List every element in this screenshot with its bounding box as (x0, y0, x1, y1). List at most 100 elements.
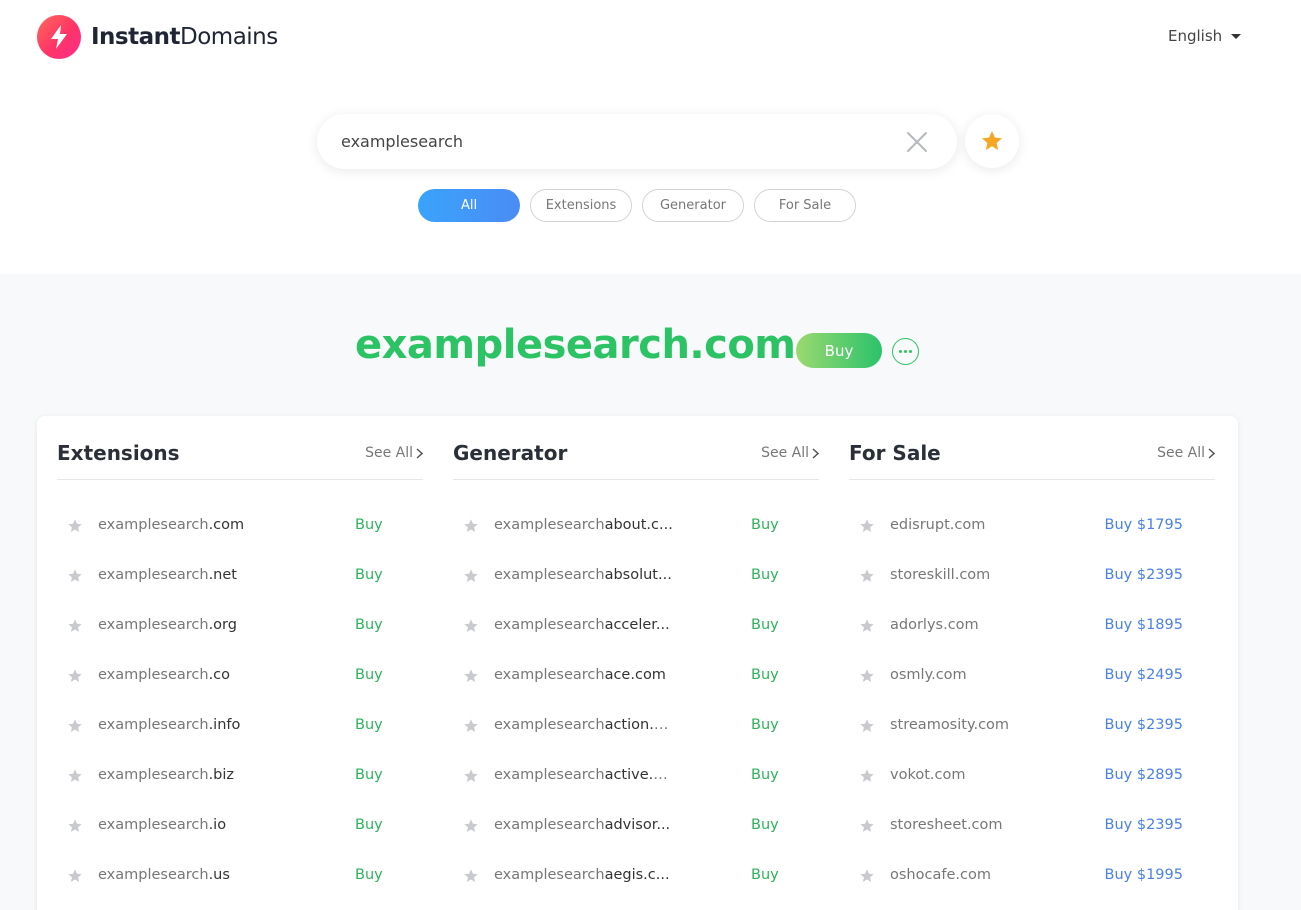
see-all-link[interactable]: See All (1157, 445, 1215, 461)
buy-link[interactable]: Buy (355, 717, 383, 733)
buy-link[interactable]: Buy (355, 517, 383, 533)
star-icon[interactable] (859, 718, 875, 734)
filter-all[interactable]: All (418, 189, 520, 222)
star-icon[interactable] (859, 868, 875, 884)
domain-name[interactable]: examplesearchabout.c... (494, 517, 674, 533)
buy-link[interactable]: Buy (355, 867, 383, 883)
buy-link[interactable]: Buy (751, 867, 779, 883)
domain-row[interactable]: streamosity.com Buy $2395 (849, 701, 1215, 751)
buy-link[interactable]: Buy $2395 (1105, 567, 1183, 583)
star-icon[interactable] (463, 618, 479, 634)
filter-for-sale[interactable]: For Sale (754, 189, 856, 222)
domain-row[interactable]: vokot.com Buy $2895 (849, 751, 1215, 801)
domain-name[interactable]: examplesearch.org (98, 617, 278, 633)
buy-link[interactable]: Buy $1795 (1105, 517, 1183, 533)
domain-name[interactable]: examplesearchactive.c... (494, 767, 674, 783)
buy-link[interactable]: Buy (751, 717, 779, 733)
buy-link[interactable]: Buy $1995 (1105, 867, 1183, 883)
star-icon[interactable] (67, 768, 83, 784)
domain-name[interactable]: osmly.com (890, 667, 1070, 683)
star-icon[interactable] (463, 518, 479, 534)
star-icon[interactable] (67, 718, 83, 734)
domain-row[interactable]: osmly.com Buy $2495 (849, 651, 1215, 701)
domain-name[interactable]: examplesearch.com (98, 517, 278, 533)
buy-link[interactable]: Buy $2895 (1105, 767, 1183, 783)
domain-name[interactable]: storesheet.com (890, 817, 1070, 833)
star-icon[interactable] (859, 768, 875, 784)
domain-row[interactable]: examplesearch.com Buy (57, 501, 423, 551)
buy-link[interactable]: Buy $2395 (1105, 817, 1183, 833)
domain-name[interactable]: examplesearchadvisor... (494, 817, 674, 833)
buy-link[interactable]: Buy $2395 (1105, 717, 1183, 733)
domain-row[interactable]: examplesearchacceler... Buy (453, 601, 819, 651)
domain-row[interactable]: examplesearchabsolut... Buy (453, 551, 819, 601)
more-dots-icon[interactable] (892, 338, 919, 365)
domain-row[interactable]: examplesearchabout.c... Buy (453, 501, 819, 551)
domain-name[interactable]: adorlys.com (890, 617, 1070, 633)
buy-link[interactable]: Buy (751, 817, 779, 833)
star-icon[interactable] (67, 518, 83, 534)
language-selector[interactable]: English (1168, 27, 1242, 45)
domain-name[interactable]: streamosity.com (890, 717, 1070, 733)
buy-link[interactable]: Buy (751, 517, 779, 533)
domain-row[interactable]: examplesearch.io Buy (57, 801, 423, 851)
star-icon[interactable] (463, 768, 479, 784)
buy-link[interactable]: Buy (355, 617, 383, 633)
star-icon[interactable] (67, 868, 83, 884)
clear-search-button[interactable] (905, 130, 929, 154)
buy-link[interactable]: Buy (355, 567, 383, 583)
buy-link[interactable]: Buy (355, 667, 383, 683)
domain-row[interactable]: examplesearch.us Buy (57, 851, 423, 901)
buy-link[interactable]: Buy $2495 (1105, 667, 1183, 683)
domain-name[interactable]: examplesearch.info (98, 717, 278, 733)
hero-buy-button[interactable]: Buy (796, 333, 882, 368)
domain-name[interactable]: examplesearchacceler... (494, 617, 674, 633)
domain-name[interactable]: examplesearchaction.c... (494, 717, 674, 733)
domain-row[interactable]: examplesearchadvisor... Buy (453, 801, 819, 851)
domain-row[interactable]: examplesearch.info Buy (57, 701, 423, 751)
buy-link[interactable]: Buy (751, 767, 779, 783)
star-icon[interactable] (859, 668, 875, 684)
see-all-link[interactable]: See All (365, 445, 423, 461)
domain-row[interactable]: examplesearchactive.c... Buy (453, 751, 819, 801)
domain-row[interactable]: examplesearch.net Buy (57, 551, 423, 601)
buy-link[interactable]: Buy (751, 617, 779, 633)
favorites-button[interactable] (965, 114, 1019, 168)
domain-row[interactable]: examplesearchaegis.c... Buy (453, 851, 819, 901)
domain-name[interactable]: vokot.com (890, 767, 1070, 783)
star-icon[interactable] (859, 568, 875, 584)
domain-name[interactable]: examplesearch.co (98, 667, 278, 683)
domain-name[interactable]: examplesearch.net (98, 567, 278, 583)
domain-row[interactable]: adorlys.com Buy $1895 (849, 601, 1215, 651)
star-icon[interactable] (67, 668, 83, 684)
domain-row[interactable]: storeskill.com Buy $2395 (849, 551, 1215, 601)
star-icon[interactable] (67, 568, 83, 584)
star-icon[interactable] (463, 668, 479, 684)
domain-row[interactable]: storesheet.com Buy $2395 (849, 801, 1215, 851)
domain-row[interactable]: examplesearchaction.c... Buy (453, 701, 819, 751)
filter-generator[interactable]: Generator (642, 189, 744, 222)
star-icon[interactable] (67, 818, 83, 834)
domain-name[interactable]: examplesearchace.com (494, 667, 674, 683)
domain-row[interactable]: oshocafe.com Buy $1995 (849, 851, 1215, 901)
domain-name[interactable]: examplesearch.io (98, 817, 278, 833)
star-icon[interactable] (463, 568, 479, 584)
star-icon[interactable] (463, 868, 479, 884)
domain-row[interactable]: examplesearch.org Buy (57, 601, 423, 651)
buy-link[interactable]: Buy $1895 (1105, 617, 1183, 633)
domain-name[interactable]: examplesearch.us (98, 867, 278, 883)
logo[interactable]: InstantDomains (37, 15, 278, 59)
see-all-link[interactable]: See All (761, 445, 819, 461)
star-icon[interactable] (859, 618, 875, 634)
search-input[interactable] (341, 114, 881, 169)
star-icon[interactable] (67, 618, 83, 634)
domain-name[interactable]: oshocafe.com (890, 867, 1070, 883)
domain-row[interactable]: edisrupt.com Buy $1795 (849, 501, 1215, 551)
domain-row[interactable]: examplesearch.co Buy (57, 651, 423, 701)
domain-name[interactable]: examplesearchaegis.c... (494, 867, 674, 883)
domain-row[interactable]: examplesearch.biz Buy (57, 751, 423, 801)
star-icon[interactable] (463, 818, 479, 834)
domain-name[interactable]: examplesearchabsolut... (494, 567, 674, 583)
buy-link[interactable]: Buy (751, 667, 779, 683)
star-icon[interactable] (859, 818, 875, 834)
